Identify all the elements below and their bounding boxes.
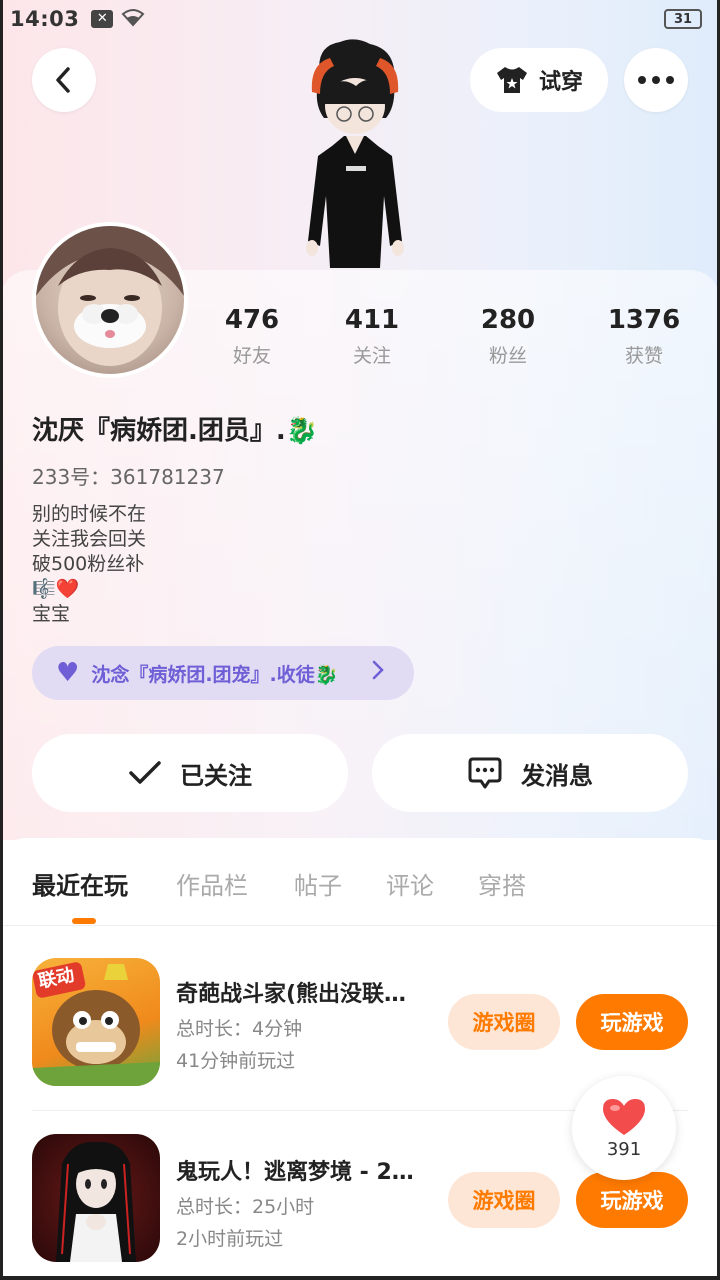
active-tab-indicator xyxy=(72,918,96,924)
battery-icon: 31 xyxy=(664,9,702,29)
more-button[interactable] xyxy=(624,48,688,112)
stat-value: 280 xyxy=(480,305,536,335)
game-circle-button[interactable]: 游戏圈 xyxy=(448,1172,560,1228)
profile-name: 沈厌『病娇团.团员』.🐉 xyxy=(32,416,319,446)
stat-label: 获赞 xyxy=(624,345,663,367)
stat-friends[interactable]: 476 好友 xyxy=(192,305,312,368)
chevron-right-icon xyxy=(372,660,384,685)
stat-label: 好友 xyxy=(232,345,271,367)
follow-label: 已关注 xyxy=(180,761,252,790)
profile-tabs: 最近在玩 作品栏 帖子 评论 穿搭 xyxy=(0,838,720,926)
profile-stats: 476 好友 411 关注 280 粉丝 1376 获赞 xyxy=(200,305,720,375)
stat-value: 1376 xyxy=(607,305,681,335)
game-circle-button[interactable]: 游戏圈 xyxy=(448,994,560,1050)
notification-icon: ✕ xyxy=(91,10,114,28)
avatar-character-figure xyxy=(306,39,404,268)
tab-outfits[interactable]: 穿搭 xyxy=(478,866,526,901)
bio-line: 🎼❤️ xyxy=(32,578,80,600)
message-label: 发消息 xyxy=(521,761,593,790)
game-last-played: 41分钟前玩过 xyxy=(176,1050,296,1072)
back-button[interactable] xyxy=(32,48,96,112)
avatar-photo xyxy=(36,226,184,366)
play-game-button[interactable]: 玩游戏 xyxy=(576,1172,688,1228)
game-title[interactable]: 奇葩战斗家(熊出没联… xyxy=(176,976,432,1008)
content-panel: 最近在玩 作品栏 帖子 评论 穿搭 联动 奇葩战斗家(熊出没联… 总时长：4分钟… xyxy=(0,838,720,1280)
wifi-icon xyxy=(121,7,145,32)
game-icon[interactable]: 联动 xyxy=(32,958,160,1086)
stat-label: 粉丝 xyxy=(488,345,527,367)
tab-recently-played[interactable]: 最近在玩 xyxy=(32,866,128,901)
bio-line: 别的时候不在 xyxy=(32,503,147,525)
bio-line: 破500粉丝补 xyxy=(32,553,145,575)
relationship-badge-label: 沈念『病娇团.团宠』.收徒🐉 xyxy=(91,663,339,686)
stat-value: 476 xyxy=(224,305,280,335)
tab-comments[interactable]: 评论 xyxy=(386,866,434,901)
tab-posts[interactable]: 帖子 xyxy=(294,866,342,901)
stat-likes[interactable]: 1376 获赞 xyxy=(584,305,704,368)
stat-label: 关注 xyxy=(352,345,391,367)
status-bar: 14:03 ✕ 31 xyxy=(0,0,720,38)
avatar[interactable] xyxy=(32,222,188,378)
tshirt-icon xyxy=(496,67,527,93)
game-duration: 总时长：4分钟 xyxy=(176,1018,303,1040)
screen-frame xyxy=(0,1276,720,1280)
stat-fans[interactable]: 280 粉丝 xyxy=(448,305,568,368)
chat-bubble-icon xyxy=(468,757,502,789)
game-title[interactable]: 鬼玩人！逃离梦境 - 2… xyxy=(176,1154,432,1186)
game-icon[interactable] xyxy=(32,1134,160,1262)
heart-icon xyxy=(603,1098,645,1135)
game-duration: 总时长：25小时 xyxy=(176,1196,315,1218)
tab-works[interactable]: 作品栏 xyxy=(176,866,248,901)
more-dots-icon xyxy=(638,76,674,84)
chevron-left-icon xyxy=(56,67,70,93)
check-icon xyxy=(129,761,161,784)
bio-line: 宝宝 xyxy=(32,603,71,625)
message-button[interactable]: 发消息 xyxy=(372,734,688,812)
status-time: 14:03 xyxy=(10,7,80,31)
game-last-played: 2小时前玩过 xyxy=(176,1228,284,1250)
like-count: 391 xyxy=(606,1138,642,1160)
screen-frame xyxy=(0,0,3,1280)
profile-bio: 别的时候不在 关注我会回关 破500粉丝补 🎼❤️ 宝宝 xyxy=(32,502,146,627)
bio-line: 关注我会回关 xyxy=(32,528,147,550)
stat-following[interactable]: 411 关注 xyxy=(312,305,432,368)
play-game-button[interactable]: 玩游戏 xyxy=(576,994,688,1050)
try-on-label: 试穿 xyxy=(538,70,583,95)
follow-button[interactable]: 已关注 xyxy=(32,734,348,812)
relationship-badge[interactable]: ♥ 沈念『病娇团.团宠』.收徒🐉 xyxy=(32,646,414,700)
profile-id: 233号：361781237 xyxy=(32,465,225,489)
game-icon-art xyxy=(56,1141,136,1262)
like-button[interactable]: 391 xyxy=(572,1076,676,1180)
heart-icon: ♥ xyxy=(56,658,80,688)
stat-value: 411 xyxy=(344,305,400,335)
try-on-button[interactable]: 试穿 xyxy=(470,48,608,112)
